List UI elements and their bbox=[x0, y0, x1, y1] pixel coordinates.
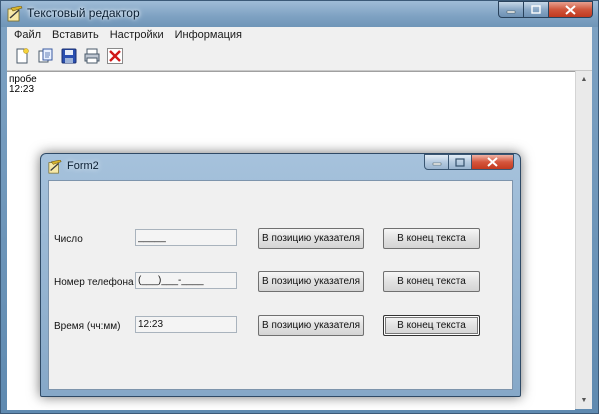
new-file-button[interactable] bbox=[12, 46, 32, 66]
form2-title: Form2 bbox=[67, 160, 99, 172]
open-file-icon bbox=[38, 48, 53, 63]
new-file-icon bbox=[16, 48, 29, 64]
form2-maximize-button[interactable] bbox=[449, 154, 472, 170]
minimize-icon bbox=[506, 10, 516, 13]
phone-label: Номер телефона bbox=[54, 277, 134, 288]
scroll-up-icon[interactable]: ▲ bbox=[576, 71, 592, 88]
menu-file[interactable]: Файл bbox=[10, 29, 45, 41]
time-label: Время (чч:мм) bbox=[54, 321, 121, 332]
delete-icon bbox=[107, 48, 123, 64]
maximize-icon bbox=[531, 5, 541, 14]
number-input[interactable] bbox=[135, 229, 237, 246]
maximize-button[interactable] bbox=[524, 1, 549, 18]
save-button[interactable] bbox=[59, 46, 79, 66]
window-title: Текстовый редактор bbox=[27, 6, 140, 20]
time-input[interactable] bbox=[135, 316, 237, 333]
minimize-button[interactable] bbox=[498, 1, 524, 18]
maximize-icon bbox=[455, 157, 465, 167]
form2-caption-buttons bbox=[424, 154, 514, 170]
form2-minimize-button[interactable] bbox=[424, 154, 449, 170]
editor-line: 12:23 bbox=[9, 84, 35, 95]
menu-info[interactable]: Информация bbox=[171, 29, 246, 41]
minimize-icon bbox=[432, 162, 441, 166]
close-button[interactable] bbox=[549, 1, 593, 18]
phone-append-button[interactable]: В конец текста bbox=[383, 271, 480, 292]
menu-bar: Файл Вставить Настройки Информация bbox=[7, 27, 592, 43]
save-icon bbox=[61, 48, 77, 64]
form2-dialog: Form2 Число В позицию указателя В конец … bbox=[40, 153, 521, 397]
number-append-button[interactable]: В конец текста bbox=[383, 228, 480, 249]
time-append-button[interactable]: В конец текста bbox=[383, 315, 480, 336]
scroll-down-icon[interactable]: ▼ bbox=[576, 392, 592, 409]
form2-close-button[interactable] bbox=[472, 154, 514, 170]
toolbar bbox=[7, 43, 592, 71]
form2-app-icon bbox=[48, 160, 62, 174]
app-icon bbox=[7, 6, 23, 22]
close-icon bbox=[565, 4, 576, 15]
phone-insert-at-cursor-button[interactable]: В позицию указателя bbox=[258, 271, 364, 292]
phone-input[interactable] bbox=[135, 272, 237, 289]
close-icon bbox=[487, 157, 498, 167]
print-icon bbox=[84, 48, 100, 64]
title-bar[interactable]: Текстовый редактор bbox=[1, 1, 598, 27]
menu-settings[interactable]: Настройки bbox=[106, 29, 168, 41]
number-insert-at-cursor-button[interactable]: В позицию указателя bbox=[258, 228, 364, 249]
vertical-scrollbar[interactable]: ▲ ▼ bbox=[575, 71, 592, 409]
form2-client-area: Число В позицию указателя В конец текста… bbox=[48, 180, 513, 390]
open-file-button[interactable] bbox=[36, 46, 56, 66]
time-insert-at-cursor-button[interactable]: В позицию указателя bbox=[258, 315, 364, 336]
delete-button[interactable] bbox=[105, 46, 125, 66]
number-label: Число bbox=[54, 234, 83, 245]
caption-buttons bbox=[498, 1, 593, 19]
menu-insert[interactable]: Вставить bbox=[48, 29, 103, 41]
print-button[interactable] bbox=[82, 46, 102, 66]
